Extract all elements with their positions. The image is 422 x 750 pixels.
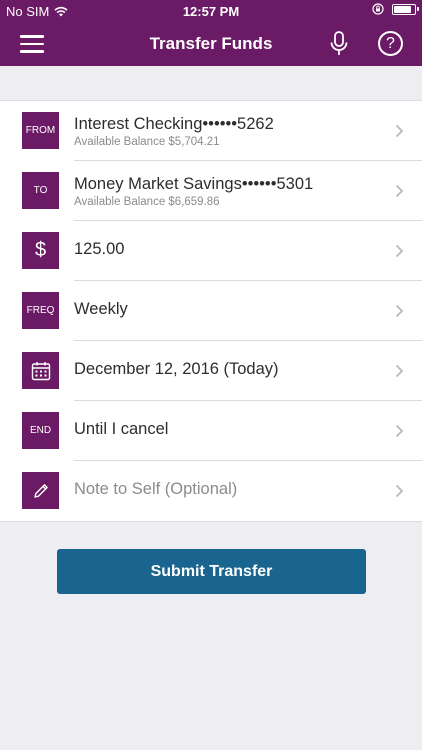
- frequency-value: Weekly: [74, 300, 128, 318]
- chevron-right-icon: [395, 124, 404, 138]
- chevron-right-icon: [395, 244, 404, 258]
- nav-bar: Transfer Funds ?: [0, 22, 422, 66]
- dollar-icon: $: [22, 232, 59, 269]
- from-account-name: Interest Checking••••••5262: [74, 115, 274, 133]
- chevron-right-icon: [395, 304, 404, 318]
- chevron-right-icon: [395, 364, 404, 378]
- orientation-lock-icon: [372, 3, 384, 15]
- page-title: Transfer Funds: [149, 34, 273, 53]
- status-time: 12:57 PM: [182, 4, 240, 19]
- from-available-balance: Available Balance $5,704.21: [74, 136, 220, 148]
- help-icon[interactable]: ?: [378, 31, 403, 56]
- end-value: Until I cancel: [74, 420, 169, 438]
- microphone-icon[interactable]: [327, 30, 351, 58]
- pencil-icon: [22, 472, 59, 509]
- chevron-right-icon: [395, 484, 404, 498]
- date-value: December 12, 2016 (Today): [74, 360, 279, 378]
- amount-row[interactable]: $ 125.00: [0, 221, 422, 281]
- to-account-row[interactable]: TO Money Market Savings••••••5301 Availa…: [0, 161, 422, 221]
- transfer-form: FROM Interest Checking••••••5262 Availab…: [0, 100, 422, 522]
- battery-icon: [392, 3, 419, 15]
- to-account-name: Money Market Savings••••••5301: [74, 175, 314, 193]
- note-input[interactable]: Note to Self (Optional): [74, 480, 237, 499]
- to-available-balance: Available Balance $6,659.86: [74, 196, 220, 208]
- calendar-icon: [22, 352, 59, 389]
- chevron-right-icon: [395, 184, 404, 198]
- submit-transfer-button[interactable]: Submit Transfer: [57, 549, 366, 594]
- status-bar: No SIM 12:57 PM: [0, 0, 422, 22]
- freq-tag: FREQ: [22, 292, 59, 329]
- end-tag: END: [22, 412, 59, 449]
- date-row[interactable]: December 12, 2016 (Today): [0, 341, 422, 401]
- frequency-row[interactable]: FREQ Weekly: [0, 281, 422, 341]
- chevron-right-icon: [395, 424, 404, 438]
- to-tag: TO: [22, 172, 59, 209]
- note-row[interactable]: Note to Self (Optional): [0, 461, 422, 521]
- end-row[interactable]: END Until I cancel: [0, 401, 422, 461]
- amount-value: 125.00: [74, 240, 125, 258]
- from-account-row[interactable]: FROM Interest Checking••••••5262 Availab…: [0, 101, 422, 161]
- from-tag: FROM: [22, 112, 59, 149]
- status-right: [372, 3, 419, 15]
